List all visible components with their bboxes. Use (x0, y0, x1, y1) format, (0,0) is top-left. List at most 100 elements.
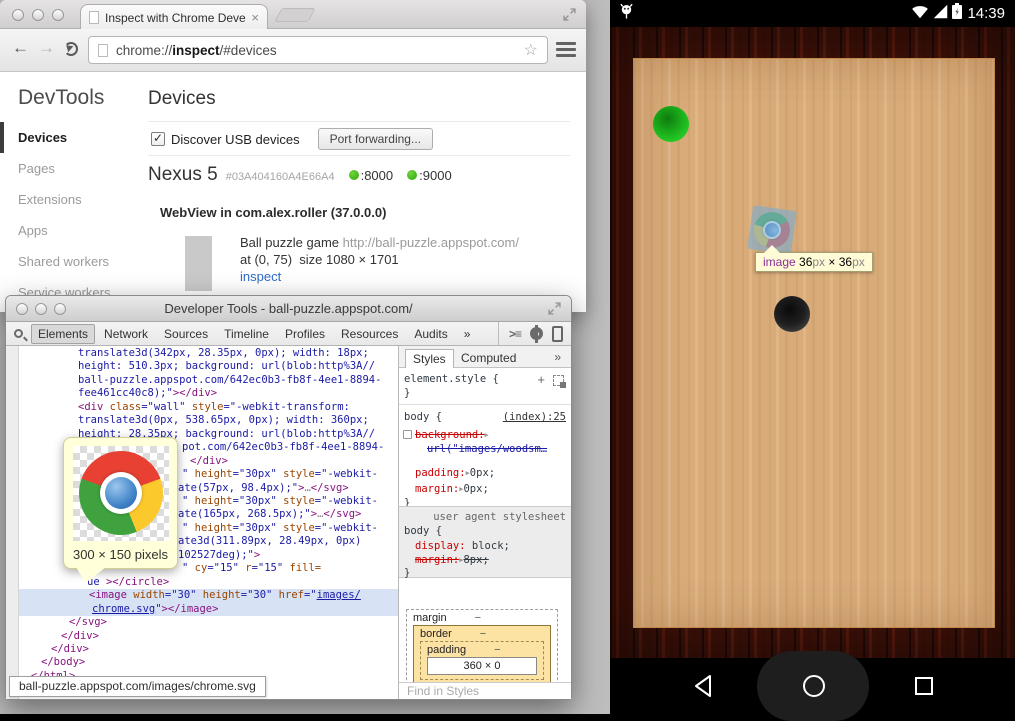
search-icon[interactable] (14, 329, 23, 338)
tab-favicon-icon (89, 11, 99, 24)
home-button[interactable] (802, 674, 826, 703)
dark-ball[interactable] (774, 296, 810, 332)
code-line[interactable]: <div class="wall" style="-webkit-transfo… (6, 401, 398, 414)
collapse-icon[interactable]: − (475, 612, 481, 624)
body-rule-open[interactable]: body {(index):25 (399, 411, 571, 423)
devtools-titlebar: Developer Tools - ball-puzzle.appspot.co… (6, 296, 571, 322)
android-nav-bar (610, 658, 1015, 714)
devtools-tab-network[interactable]: Network (97, 324, 155, 344)
sidebar-item-shared-workers[interactable]: Shared workers (0, 246, 140, 277)
close-window-button[interactable] (12, 9, 24, 21)
margin-property[interactable]: margin:▶0px; (399, 483, 571, 495)
code-line[interactable]: translate3d(0px, 538.65px, 0px); width: … (6, 414, 398, 427)
sidebar-item-devices[interactable]: Devices (0, 122, 140, 153)
background-value[interactable]: url("images/woodsm… (399, 443, 571, 455)
zoom-window-button[interactable] (52, 9, 64, 21)
resize-icon[interactable] (563, 8, 576, 26)
green-ball[interactable] (653, 106, 689, 142)
element-size-tooltip: image 36px × 36px (755, 252, 873, 272)
resize-icon[interactable] (548, 302, 561, 320)
styles-panel-tabs: Styles Computed » (399, 346, 571, 368)
device-controls: ✓ Discover USB devices Port forwarding..… (151, 128, 433, 150)
back-icon[interactable]: ← (12, 38, 29, 58)
back-button[interactable] (692, 674, 714, 703)
bookmark-star-icon[interactable]: ☆ (524, 40, 538, 60)
ua-margin-property[interactable]: margin:▶8px; (399, 554, 571, 566)
signal-icon (933, 4, 948, 24)
url-bar[interactable]: chrome://inspect/#devices ☆ (88, 36, 548, 64)
code-line[interactable]: translate3d(342px, 28.35px, 0px); width:… (6, 347, 398, 360)
gear-icon[interactable] (530, 327, 543, 340)
stylesheet-link[interactable]: (index):25 (503, 411, 566, 423)
box-model-padding[interactable]: padding− 360 × 0 (420, 641, 544, 680)
devtools-tabbar-tabs: ElementsNetworkSourcesTimelineProfilesRe… (30, 324, 478, 344)
collapse-icon[interactable]: − (494, 644, 500, 656)
new-style-rule-icon[interactable]: + (537, 372, 545, 387)
devtools-tab-sources[interactable]: Sources (157, 324, 215, 344)
discover-usb-checkbox[interactable]: ✓ (151, 132, 165, 146)
devtools-tab-elements[interactable]: Elements (31, 324, 95, 344)
webview-geometry: at (0, 75) size 1080 × 1701 (240, 251, 519, 268)
devtools-tab-timeline[interactable]: Timeline (217, 324, 276, 344)
status-icons (911, 3, 962, 24)
tab-close-icon[interactable]: × (251, 10, 259, 25)
webview-details: Ball puzzle game http://ball-puzzle.apps… (240, 234, 519, 285)
browser-toolbar: ← → chrome://inspect/#devices ☆ (0, 29, 586, 72)
code-line[interactable]: height: 510.3px; background: url(blob:ht… (6, 360, 398, 373)
devtools-tab-resources[interactable]: Resources (334, 324, 405, 344)
devtools-tab-more[interactable]: » (457, 324, 478, 344)
inspect-link[interactable]: inspect (240, 268, 519, 285)
menu-icon[interactable] (556, 42, 576, 60)
inspect-element-icon[interactable] (553, 375, 564, 386)
code-line[interactable]: </svg> (6, 616, 398, 629)
port-forwarding-button[interactable]: Port forwarding... (318, 128, 433, 150)
code-line[interactable]: </body> (6, 656, 398, 669)
box-model-content[interactable]: 360 × 0 (427, 657, 537, 675)
tab-computed[interactable]: Computed (461, 351, 516, 365)
url-prefix: chrome:// (116, 43, 172, 58)
background-property[interactable]: background:▶ (399, 429, 571, 441)
find-in-styles-input[interactable] (399, 683, 571, 699)
forward-icon[interactable]: → (38, 38, 55, 58)
webview-page-url: http://ball-puzzle.appspot.com/ (343, 235, 519, 250)
collapse-icon[interactable]: − (480, 628, 486, 640)
styles-panel: Styles Computed » element.style { + } bo… (398, 346, 571, 699)
code-line[interactable]: ball-puzzle.appspot.com/642ec0b3-fb8f-4e… (6, 374, 398, 387)
more-tabs-icon[interactable]: » (554, 350, 561, 364)
browser-tab[interactable]: Inspect with Chrome Devel × (80, 4, 268, 30)
webview-page-title: Ball puzzle game (240, 235, 339, 250)
device-mode-icon[interactable] (552, 326, 563, 342)
box-model-border[interactable]: border− padding− 360 × 0 (413, 625, 551, 683)
code-line[interactable]: chrome.svg"></image> (6, 603, 398, 616)
tab-styles[interactable]: Styles (405, 349, 454, 368)
green-status-dot (349, 170, 359, 180)
devtools-tab-audits[interactable]: Audits (407, 324, 454, 344)
code-line[interactable]: fee461cc40c8);"></div> (6, 387, 398, 400)
devtools-tab-profiles[interactable]: Profiles (278, 324, 332, 344)
devtools-tabbar: ElementsNetworkSourcesTimelineProfilesRe… (6, 322, 571, 346)
sidebar-item-pages[interactable]: Pages (0, 153, 140, 184)
sidebar-item-apps[interactable]: Apps (0, 215, 140, 246)
sidebar-item-extensions[interactable]: Extensions (0, 184, 140, 215)
url-text[interactable]: chrome://inspect/#devices (116, 43, 277, 58)
code-line[interactable]: </div> (6, 643, 398, 656)
display-property[interactable]: display: block; (399, 540, 571, 552)
devtools-toolbar-icons: >≡ (498, 322, 566, 345)
element-style-rule[interactable]: element.style { (399, 373, 571, 385)
chrome-browser-window: Inspect with Chrome Devel × ← → chrome:/… (0, 0, 586, 312)
code-line[interactable]: </div> (6, 630, 398, 643)
find-bar (399, 682, 571, 699)
desktop: Inspect with Chrome Devel × ← → chrome:/… (0, 0, 610, 714)
recents-button[interactable] (914, 674, 934, 703)
port-status: :8000 (349, 168, 394, 183)
reload-icon[interactable] (64, 42, 78, 56)
box-model-margin[interactable]: margin− border− padding− 360 × 0 (406, 609, 558, 683)
new-tab-button[interactable] (274, 8, 315, 22)
padding-property[interactable]: padding:▶0px; (399, 467, 571, 479)
devices-main: Devices ✓ Discover USB devices Port forw… (148, 72, 586, 312)
webview-page-row: Ball puzzle game http://ball-puzzle.apps… (240, 234, 519, 251)
minimize-window-button[interactable] (32, 9, 44, 21)
console-icon[interactable]: >≡ (509, 327, 521, 341)
code-line[interactable]: ue ></circle> (6, 576, 398, 589)
code-line[interactable]: <image width="30" height="30" href="imag… (6, 589, 398, 602)
